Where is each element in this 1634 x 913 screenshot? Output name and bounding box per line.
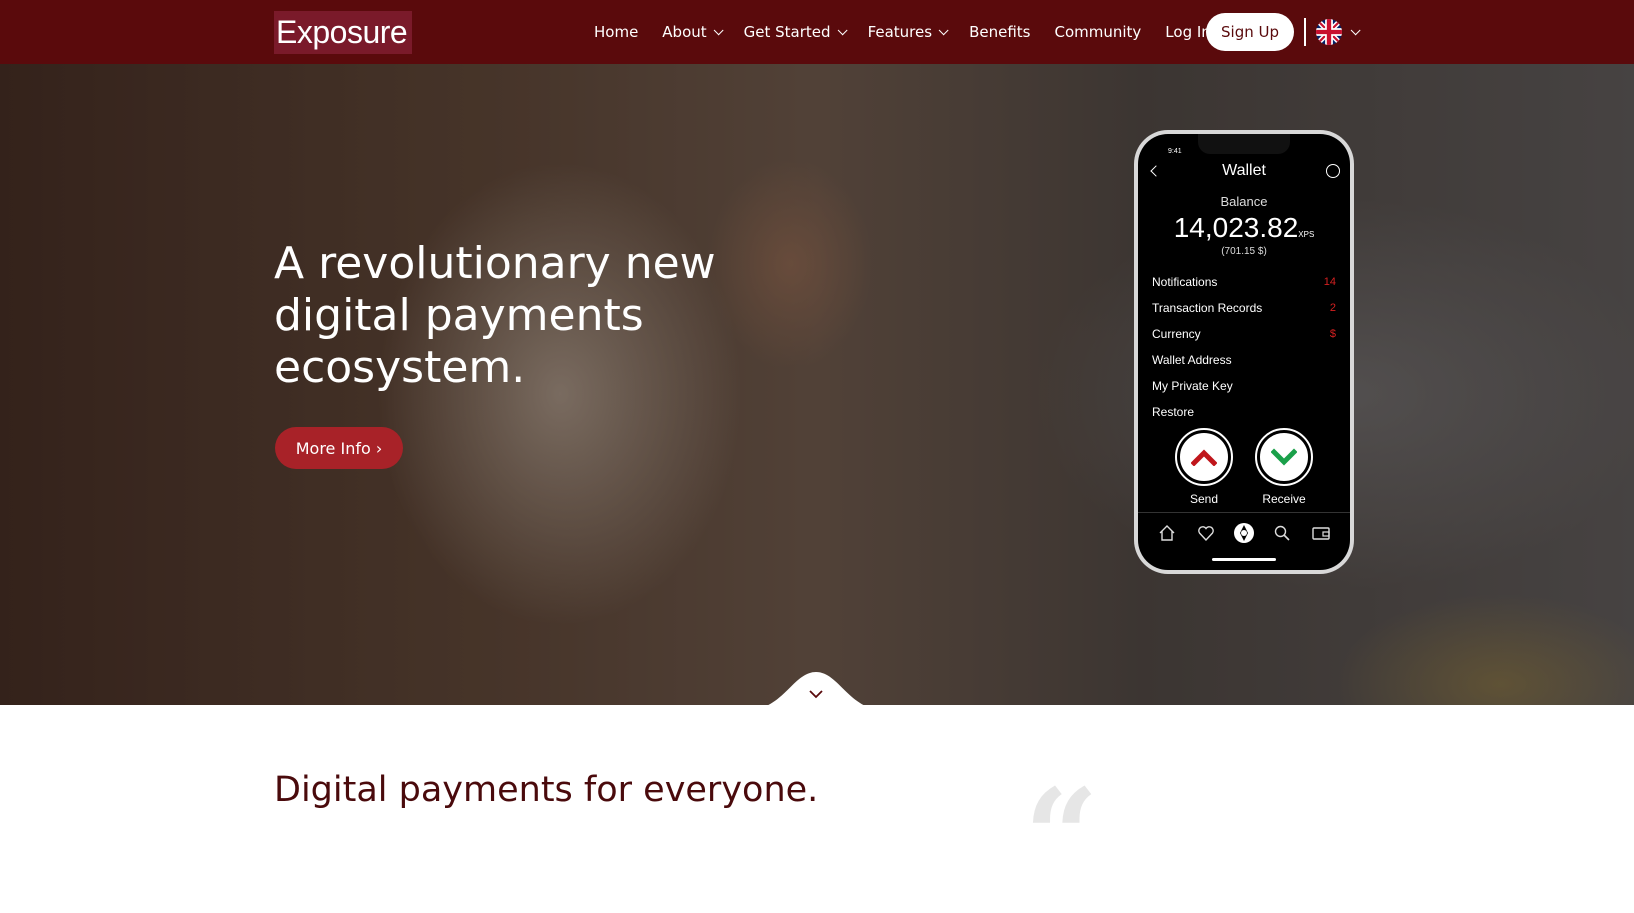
- wallet-menu-item: Restore: [1152, 399, 1336, 425]
- nav-login-label: Log In: [1165, 23, 1211, 41]
- heart-icon: [1195, 522, 1217, 544]
- nav-features-dropdown[interactable]: Features: [867, 23, 949, 41]
- home-icon: [1156, 522, 1178, 544]
- nav-community-label: Community: [1054, 23, 1142, 41]
- nav-benefits-label: Benefits: [969, 23, 1031, 41]
- phone-home-indicator: [1212, 558, 1276, 561]
- chevron-down-icon: [837, 24, 848, 35]
- hero-section: A revolutionary new digital payments eco…: [0, 64, 1634, 705]
- uk-flag-icon: [1316, 19, 1342, 45]
- wallet-menu-item: My Private Key: [1152, 373, 1336, 399]
- nav-login-link[interactable]: Log In: [1165, 23, 1211, 41]
- wallet-title: Wallet: [1222, 162, 1266, 179]
- chevron-down-icon: [938, 24, 949, 35]
- phone-status-time: 9:41: [1168, 148, 1182, 155]
- menu-item-label: Restore: [1152, 405, 1195, 419]
- phone-notch: [1198, 134, 1290, 154]
- balance-value: 14,023.82XPS: [1138, 212, 1350, 244]
- nav-features-label: Features: [867, 23, 933, 41]
- hero-background-image: [0, 64, 1634, 705]
- menu-item-label: Currency: [1152, 327, 1201, 341]
- menu-item-label: Transaction Records: [1152, 301, 1263, 315]
- aperture-icon: [1233, 522, 1255, 544]
- main-nav: Home About Get Started Features Benefits…: [594, 0, 1235, 64]
- menu-item-label: My Private Key: [1152, 379, 1233, 393]
- nav-home-link[interactable]: Home: [594, 23, 638, 41]
- send-action: Send: [1175, 428, 1233, 506]
- wallet-menu-list: Notifications 14 Transaction Records 2 Cur…: [1152, 269, 1336, 425]
- balance-usd: (701.15 $): [1221, 246, 1267, 257]
- phone-tabbar: [1138, 512, 1350, 552]
- menu-item-value: 14: [1323, 276, 1336, 288]
- chevron-down-icon: [1350, 24, 1361, 35]
- wallet-menu-item: Wallet Address: [1152, 347, 1336, 373]
- menu-item-value: $: [1329, 328, 1336, 340]
- search-icon: [1271, 522, 1293, 544]
- balance-label: Balance: [1220, 194, 1268, 209]
- menu-item-value: 2: [1329, 302, 1336, 314]
- signup-button[interactable]: Sign Up: [1206, 13, 1294, 51]
- site-logo[interactable]: Exposure: [274, 11, 412, 54]
- user-icon: [1326, 164, 1340, 178]
- menu-item-label: Wallet Address: [1152, 353, 1232, 367]
- nav-home-label: Home: [594, 23, 639, 41]
- menu-item-label: Notifications: [1152, 275, 1218, 289]
- send-arrow-icon: [1175, 428, 1233, 486]
- nav-community-link[interactable]: Community: [1054, 23, 1141, 41]
- nav-about-dropdown[interactable]: About: [662, 23, 724, 41]
- nav-benefits-link[interactable]: Benefits: [969, 23, 1030, 41]
- wallet-menu-item: Notifications 14: [1152, 269, 1336, 295]
- phone-screen: 9:41 Wallet Balance 14,023.82XPS (701.15…: [1138, 134, 1350, 570]
- logo-text: Exposure: [276, 14, 408, 50]
- receive-label: Receive: [1262, 492, 1306, 506]
- more-info-button[interactable]: More Info ›: [275, 427, 403, 469]
- top-navbar: Exposure Home About Get Started Features…: [0, 0, 1634, 64]
- phone-mockup: 9:41 Wallet Balance 14,023.82XPS (701.15…: [1134, 130, 1354, 574]
- balance-amount: 14,023.82: [1173, 212, 1299, 243]
- quote-icon: “: [1024, 760, 1099, 913]
- wallet-icon: [1310, 522, 1332, 544]
- nav-get-started-dropdown[interactable]: Get Started: [743, 23, 848, 41]
- scroll-down-button[interactable]: [748, 670, 884, 710]
- hero-title: A revolutionary new digital payments eco…: [274, 238, 716, 393]
- wallet-menu-item: Currency $: [1152, 321, 1336, 347]
- receive-check-icon: [1255, 428, 1313, 486]
- section-title: Digital payments for everyone.: [274, 770, 819, 810]
- wallet-menu-item: Transaction Records 2: [1152, 295, 1336, 321]
- receive-action: Receive: [1255, 428, 1313, 506]
- nav-get-started-label: Get Started: [743, 23, 831, 41]
- send-label: Send: [1189, 492, 1219, 506]
- nav-about-label: About: [662, 23, 707, 41]
- nav-divider: [1304, 18, 1306, 46]
- chevron-down-icon: [713, 24, 724, 35]
- language-selector[interactable]: [1316, 18, 1361, 46]
- balance-unit: XPS: [1298, 230, 1315, 239]
